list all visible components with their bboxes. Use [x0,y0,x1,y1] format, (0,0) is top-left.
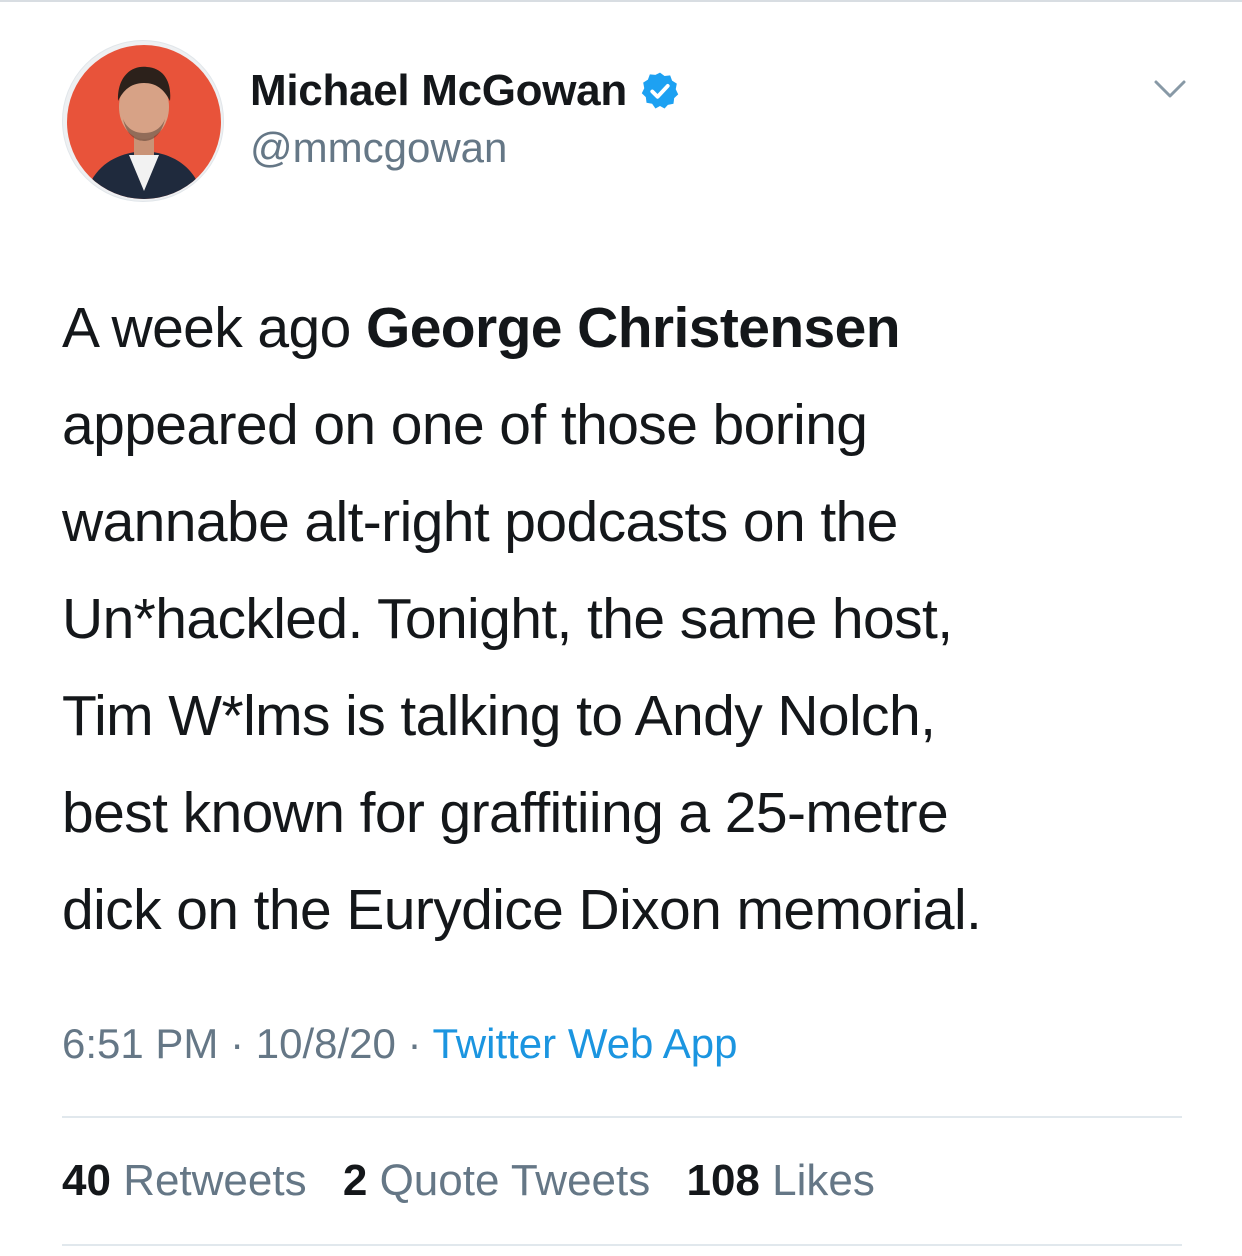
avatar[interactable] [62,40,224,202]
likes-stat[interactable]: 108 Likes [686,1156,874,1205]
tweet-meta: 6:51 PM · 10/8/20 · Twitter Web App [62,1020,738,1068]
quote-tweets-label: Quote Tweets [379,1156,651,1205]
tweet-line: best known for graffitiing a 25-metre [62,781,949,845]
name-row: Michael McGowan [250,64,681,118]
likes-label: Likes [772,1156,875,1205]
retweets-count: 40 [62,1156,111,1205]
likes-count: 108 [686,1156,760,1205]
user-handle[interactable]: @mmcgowan [250,124,507,172]
tweet-line: appeared on one of those boring [62,393,868,457]
avatar-image [67,45,221,199]
display-name[interactable]: Michael McGowan [250,66,627,116]
tweet-line: Tim W*lms is talking to Andy Nolch, [62,684,936,748]
top-border [0,0,1242,2]
verified-badge-icon [639,70,681,112]
quote-tweets-count: 2 [342,1156,368,1205]
tweet-source-link[interactable]: Twitter Web App [432,1020,737,1067]
tweet-text: A week ago George Christensen appeared o… [62,280,1192,959]
tweet-time[interactable]: 6:51 PM [62,1020,218,1067]
quote-tweets-stat[interactable]: 2 Quote Tweets [343,1156,650,1205]
tweet-line: Un*hackled. Tonight, the same host, [62,587,953,651]
meta-separator: · [395,1020,433,1067]
tweet-stats: 40 Retweets 2 Quote Tweets 108 Likes [62,1156,899,1206]
retweets-label: Retweets [123,1156,307,1205]
divider [62,1116,1182,1118]
tweet-line: A week ago George Christensen [62,280,1192,377]
bold-mention: George Christensen [365,296,901,360]
divider [62,1244,1182,1246]
tweet-line-text: A week ago [62,296,366,360]
tweet-date[interactable]: 10/8/20 [256,1020,396,1067]
retweets-stat[interactable]: 40 Retweets [62,1156,307,1205]
chevron-down-icon[interactable] [1150,74,1190,104]
tweet-line: wannabe alt-right podcasts on the [62,490,898,554]
meta-separator: · [218,1020,256,1067]
tweet-line: dick on the Eurydice Dixon memorial. [62,878,982,942]
